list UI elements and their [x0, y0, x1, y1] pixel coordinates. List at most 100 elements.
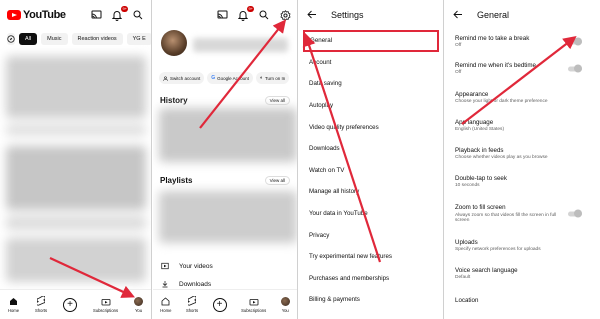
notifications-icon[interactable]: 9+ — [237, 6, 254, 21]
nav-home[interactable]: Home — [160, 296, 171, 313]
setting-title: Uploads — [455, 238, 478, 246]
settings-header: Settings — [299, 0, 443, 30]
settings-list: General Account Data saving Autoplay Vid… — [299, 30, 443, 311]
shorts-icon — [36, 296, 46, 306]
subscriptions-icon — [101, 296, 111, 306]
youtube-logo[interactable]: YouTube — [7, 9, 66, 21]
nav-you[interactable]: You — [280, 296, 290, 313]
setting-location[interactable]: Location — [445, 288, 600, 312]
setting-uploads[interactable]: Uploads Specify network preferences for … — [445, 232, 600, 260]
incognito-icon: ◐ — [259, 75, 263, 81]
chip-reaction-videos[interactable]: Reaction videos — [71, 33, 123, 45]
nav-create[interactable]: + — [212, 297, 227, 312]
settings-item-autoplay[interactable]: Autoplay — [299, 95, 443, 117]
chip-yg[interactable]: YG E — [126, 33, 151, 45]
settings-item-manage-history[interactable]: Manage all history — [299, 181, 443, 203]
cast-icon[interactable] — [216, 9, 228, 21]
top-bar: 9+ — [153, 0, 297, 30]
your-videos-item[interactable]: Your videos — [153, 257, 297, 275]
nav-home-label: Home — [7, 308, 20, 313]
settings-item-account[interactable]: Account — [299, 52, 443, 74]
setting-value: English (United States) — [455, 127, 505, 133]
notifications-icon[interactable]: 9+ — [111, 6, 128, 21]
blurred-video-feed — [0, 52, 151, 288]
cast-icon[interactable] — [90, 9, 102, 21]
nav-create[interactable]: + — [63, 297, 78, 312]
subscriptions-icon — [249, 296, 259, 306]
settings-item-your-data[interactable]: Your data in YouTube — [299, 203, 443, 225]
nav-you-label: You — [134, 307, 143, 313]
settings-item-watch-on-tv[interactable]: Watch on TV — [299, 160, 443, 182]
setting-voice-search-language[interactable]: Voice search language Default — [445, 260, 600, 288]
zoom-to-fill-toggle[interactable] — [568, 209, 582, 218]
setting-description: Specify network preferences for uploads — [455, 247, 541, 253]
setting-description: Always zoom so that videos fill the scre… — [455, 212, 557, 224]
settings-item-video-quality[interactable]: Video quality preferences — [299, 116, 443, 138]
incognito-button[interactable]: ◐ Turn on In — [255, 72, 290, 84]
general-settings-screen: General Remind me to take a break Off Re… — [445, 0, 600, 319]
take-a-break-toggle[interactable] — [568, 37, 582, 46]
general-header: General — [445, 0, 600, 30]
switch-account-label: Switch account — [170, 75, 201, 81]
settings-item-billing[interactable]: Billing & payments — [299, 289, 443, 311]
nav-home[interactable]: Home — [8, 296, 19, 313]
avatar[interactable] — [161, 30, 187, 56]
settings-screen: Settings General Account Data saving Aut… — [299, 0, 444, 319]
google-g-icon: G — [211, 75, 216, 81]
settings-gear-icon[interactable] — [279, 9, 291, 21]
search-icon[interactable] — [132, 9, 144, 21]
setting-bedtime[interactable]: Remind me when it's bedtime Off — [445, 54, 600, 84]
nav-subscriptions[interactable]: Subscriptions — [241, 296, 266, 313]
playlists-section-header: Playlists View all — [153, 173, 297, 187]
setting-playback-in-feeds[interactable]: Playback in feeds Choose whether videos … — [445, 140, 600, 168]
search-icon[interactable] — [258, 9, 270, 21]
settings-item-privacy[interactable]: Privacy — [299, 224, 443, 246]
your-videos-label: Your videos — [179, 262, 213, 270]
settings-item-data-saving[interactable]: Data saving — [299, 73, 443, 95]
profile-header[interactable] — [153, 30, 297, 70]
nav-you[interactable]: You — [134, 296, 143, 313]
setting-double-tap-seek[interactable]: Double-tap to seek 10 seconds — [445, 168, 600, 196]
nav-subscriptions[interactable]: Subscriptions — [93, 296, 118, 313]
blurred-channel-name — [193, 38, 288, 52]
your-videos-icon — [161, 262, 169, 270]
setting-description: Choose your light or dark theme preferen… — [455, 99, 548, 105]
playlists-view-all-button[interactable]: View all — [264, 175, 290, 185]
nav-shorts-label: Shorts — [35, 308, 48, 313]
youtube-logo-text: YouTube — [23, 9, 66, 21]
general-settings-list: Remind me to take a break Off Remind me … — [445, 30, 600, 312]
downloads-label: Downloads — [179, 280, 212, 288]
nav-shorts[interactable]: Shorts — [35, 296, 47, 313]
notification-badge: 9+ — [247, 6, 254, 12]
settings-item-general[interactable]: General — [303, 30, 439, 52]
google-account-button[interactable]: G Google Account — [207, 72, 253, 84]
account-chips: Switch account G Google Account ◐ Turn o… — [153, 72, 297, 84]
settings-item-purchases[interactable]: Purchases and memberships — [299, 268, 443, 290]
settings-item-downloads[interactable]: Downloads — [299, 138, 443, 160]
nav-subscriptions-label: Subscriptions — [92, 308, 119, 313]
download-icon — [162, 281, 168, 288]
incognito-label: Turn on In — [264, 75, 286, 81]
setting-appearance[interactable]: Appearance Choose your light or dark the… — [445, 84, 600, 112]
setting-app-language[interactable]: App language English (United States) — [445, 112, 600, 140]
chip-music[interactable]: Music — [41, 33, 68, 45]
back-arrow-icon[interactable] — [307, 6, 317, 24]
youtube-logo-icon — [7, 10, 21, 20]
switch-account-button[interactable]: Switch account — [159, 72, 205, 84]
you-avatar-icon — [134, 296, 143, 306]
bottom-navigation: Home Shorts + Subscriptions You — [0, 289, 151, 319]
setting-zoom-to-fill[interactable]: Zoom to fill screen Always zoom so that … — [445, 196, 600, 232]
setting-title: Voice search language — [455, 266, 518, 274]
setting-take-a-break[interactable]: Remind me to take a break Off — [445, 30, 600, 54]
general-title: General — [477, 10, 510, 20]
bedtime-toggle[interactable] — [568, 64, 582, 73]
chip-all[interactable]: All — [19, 33, 38, 45]
notification-badge: 9+ — [121, 6, 128, 12]
back-arrow-icon[interactable] — [453, 6, 463, 24]
settings-item-experimental[interactable]: Try experimental new features — [299, 246, 443, 268]
google-account-label: Google Account — [217, 75, 249, 81]
explore-compass-icon[interactable] — [7, 33, 15, 45]
top-bar: YouTube 9+ — [0, 0, 151, 30]
nav-shorts[interactable]: Shorts — [186, 296, 198, 313]
settings-title: Settings — [331, 10, 364, 20]
